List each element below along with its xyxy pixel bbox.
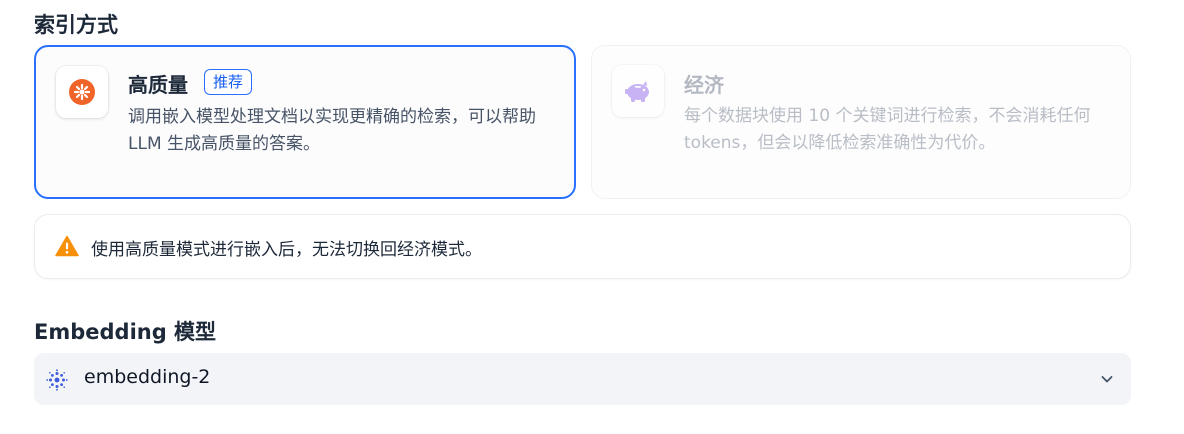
warning-icon bbox=[55, 235, 79, 257]
piggy-bank-icon bbox=[625, 81, 649, 102]
high-quality-icon-box bbox=[56, 66, 108, 118]
high-quality-title: 高质量 bbox=[128, 73, 188, 97]
embedding-model-select[interactable]: embedding-2 bbox=[34, 353, 1131, 405]
economy-option-card[interactable]: 经济 每个数据块使用 10 个关键词进行检索，不会消耗任何 tokens，但会以… bbox=[591, 45, 1131, 199]
chevron-down-icon[interactable] bbox=[1099, 371, 1115, 387]
embedding-model-title: Embedding 模型 bbox=[34, 320, 217, 344]
high-quality-description: 调用嵌入模型处理文档以实现更精确的检索，可以帮助 LLM 生成高质量的答案。 bbox=[128, 107, 536, 154]
index-method-title: 索引方式 bbox=[34, 13, 118, 37]
economy-title: 经济 bbox=[684, 73, 724, 97]
zhipu-model-icon bbox=[46, 369, 68, 391]
recommended-badge: 推荐 bbox=[204, 69, 253, 95]
economy-icon-box bbox=[612, 65, 664, 117]
mode-switch-warning: 使用高质量模式进行嵌入后，无法切换回经济模式。 bbox=[34, 214, 1131, 279]
sparkle-icon bbox=[69, 79, 95, 105]
selected-model-name: embedding-2 bbox=[84, 366, 211, 388]
high-quality-option-card[interactable]: 高质量 推荐 调用嵌入模型处理文档以实现更精确的检索，可以帮助 LLM 生成高质… bbox=[34, 45, 576, 199]
warning-text: 使用高质量模式进行嵌入后，无法切换回经济模式。 bbox=[91, 240, 482, 260]
economy-description: 每个数据块使用 10 个关键词进行检索，不会消耗任何 tokens，但会以降低检… bbox=[684, 106, 1091, 153]
